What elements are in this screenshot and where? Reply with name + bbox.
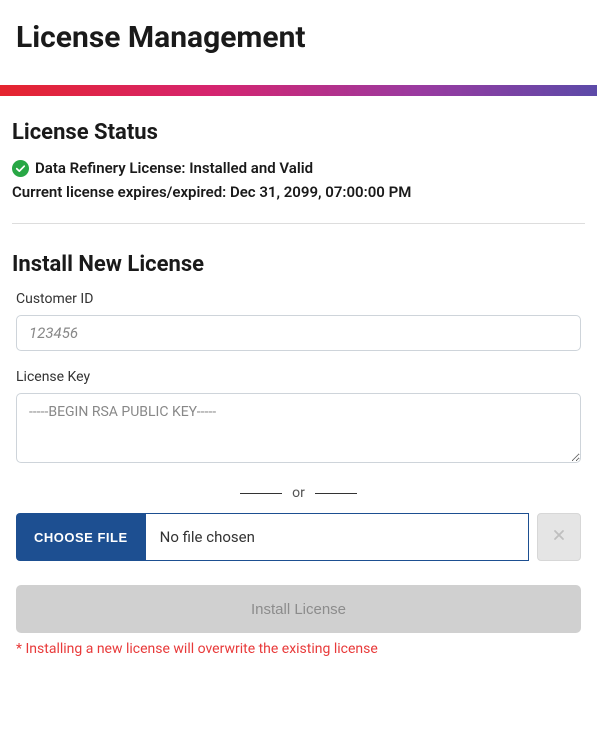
separator-line-right — [315, 493, 357, 494]
file-name-display[interactable]: No file chosen — [146, 513, 529, 561]
page-title: License Management — [0, 0, 597, 85]
separator-line-left — [240, 493, 282, 494]
install-license-button[interactable]: Install License — [16, 585, 581, 633]
accent-bar — [0, 85, 597, 96]
choose-file-button[interactable]: CHOOSE FILE — [16, 513, 146, 561]
customer-id-input[interactable] — [16, 315, 581, 351]
install-heading: Install New License — [12, 252, 585, 277]
section-divider — [12, 223, 585, 224]
file-picker-row: CHOOSE FILE No file chosen — [12, 513, 585, 561]
close-icon — [553, 528, 565, 546]
license-key-textarea[interactable] — [16, 393, 581, 463]
customer-id-group: Customer ID — [12, 291, 585, 351]
status-row: Data Refinery License: Installed and Val… — [12, 159, 585, 177]
customer-id-label: Customer ID — [16, 291, 581, 307]
status-heading: License Status — [12, 120, 585, 145]
or-text: or — [292, 485, 305, 501]
check-circle-icon — [12, 160, 29, 177]
clear-file-button[interactable] — [537, 513, 581, 561]
or-separator: or — [12, 485, 585, 501]
license-key-label: License Key — [16, 369, 581, 385]
license-expiry-text: Current license expires/expired: Dec 31,… — [12, 183, 585, 201]
license-status-text: Data Refinery License: Installed and Val… — [35, 159, 313, 177]
license-key-group: License Key — [12, 369, 585, 467]
overwrite-warning: * Installing a new license will overwrit… — [12, 641, 585, 677]
license-card: License Status Data Refinery License: In… — [0, 96, 597, 687]
